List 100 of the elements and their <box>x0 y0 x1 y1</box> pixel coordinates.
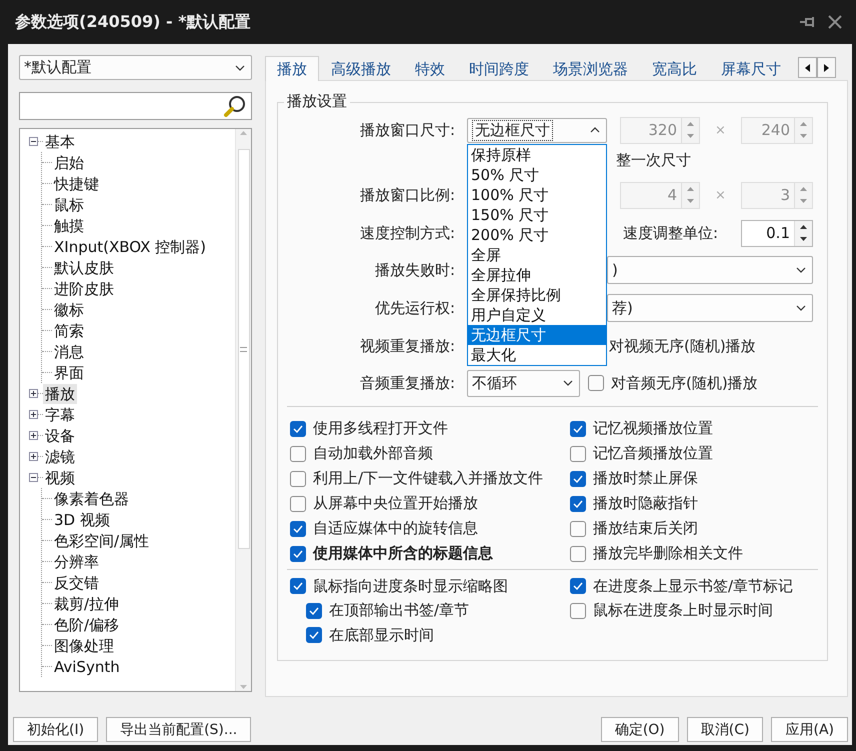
checkbox-label: 使用媒体中所含的标题信息 <box>313 544 493 563</box>
dialog-button[interactable]: 确定(O) <box>600 717 679 742</box>
checkbox-label: 在顶部输出书签/章节 <box>329 601 470 620</box>
up-arrow-icon <box>687 186 694 191</box>
tree-item[interactable]: 设备 <box>43 426 77 446</box>
dialog-button[interactable]: 应用(A) <box>771 717 848 742</box>
dropdown-option[interactable]: 全屏拉伸 <box>468 264 606 284</box>
checkbox-label: 播放时禁止屏保 <box>593 469 698 488</box>
checkbox[interactable] <box>290 446 306 462</box>
caret-down-icon <box>235 64 245 70</box>
tree-item[interactable]: 像素着色器 <box>52 488 131 508</box>
dropdown-option[interactable]: 100% 尺寸 <box>468 184 606 204</box>
checkbox[interactable] <box>290 496 306 512</box>
checkbox[interactable] <box>570 520 586 536</box>
tree-item[interactable]: 基本 <box>43 132 77 152</box>
checkbox[interactable] <box>570 496 586 512</box>
tree-item[interactable]: 播放 <box>43 384 77 404</box>
checkbox[interactable] <box>570 578 586 594</box>
tree-item[interactable]: 消息 <box>52 342 86 362</box>
pin-icon[interactable] <box>800 16 816 28</box>
tree-item[interactable]: 进阶皮肤 <box>52 278 116 298</box>
dialog-button[interactable]: 初始化(I) <box>13 717 98 742</box>
tree-item[interactable]: 启始 <box>52 152 86 172</box>
checkbox[interactable] <box>290 546 306 562</box>
minus-box-icon[interactable] <box>29 473 38 482</box>
dropdown-option[interactable]: 用户自定义 <box>468 304 606 324</box>
tree-item[interactable]: 反交错 <box>52 572 101 592</box>
tree-item[interactable]: 图像处理 <box>52 636 116 656</box>
tree-item[interactable]: 简索 <box>52 320 86 340</box>
search-field[interactable] <box>19 92 252 120</box>
dropdown-option[interactable]: 50% 尺寸 <box>468 164 606 184</box>
dropdown[interactable]: 不循环 <box>467 370 580 396</box>
checkbox[interactable] <box>290 470 306 486</box>
field-label: 速度调整单位: <box>623 224 720 242</box>
tree-item[interactable]: 3D 视频 <box>52 510 112 530</box>
tree-item[interactable]: 视频 <box>43 468 77 488</box>
dropdown-option[interactable]: 全屏保持比例 <box>468 284 606 304</box>
tab[interactable]: 高级播放 <box>319 57 403 80</box>
tree-item[interactable]: 色阶/偏移 <box>52 614 122 634</box>
plus-box-icon[interactable] <box>29 410 38 419</box>
tree-item[interactable]: 徽标 <box>52 300 86 320</box>
checkbox[interactable] <box>570 470 586 486</box>
checkbox[interactable] <box>290 420 306 436</box>
checkbox-label: 从屏幕中央位置开始播放 <box>313 494 478 513</box>
checkbox[interactable] <box>306 602 322 619</box>
tree-item[interactable]: 分辨率 <box>52 552 101 572</box>
tree-item[interactable]: 字幕 <box>43 404 77 424</box>
profile-dropdown[interactable]: *默认配置 <box>19 55 252 80</box>
right-triangle-icon <box>824 64 829 72</box>
tab[interactable]: 宽高比 <box>640 57 709 80</box>
tree-item[interactable]: 界面 <box>52 362 86 382</box>
checkbox[interactable] <box>588 375 604 391</box>
checkbox[interactable] <box>570 602 586 619</box>
checkmark-icon <box>573 424 583 432</box>
dialog-button[interactable]: 取消(C) <box>686 717 764 742</box>
tab[interactable]: 场景浏览器 <box>541 57 640 80</box>
dropdown-option[interactable]: 无边框尺寸 <box>468 324 606 344</box>
tree-item[interactable]: 滤镜 <box>43 446 77 466</box>
checkbox[interactable] <box>570 446 586 462</box>
scroll-right-button[interactable] <box>817 57 836 78</box>
checkmark-icon <box>573 500 583 508</box>
tree-item[interactable]: XInput(XBOX 控制器) <box>52 236 208 256</box>
minus-box-icon[interactable] <box>29 137 38 146</box>
dropdown-option[interactable]: 最大化 <box>468 344 606 364</box>
plus-box-icon[interactable] <box>29 431 38 440</box>
checkmark-icon <box>293 424 303 432</box>
dropdown[interactable]: 荐) <box>607 294 813 322</box>
search-icon[interactable] <box>223 94 247 118</box>
dropdown[interactable]: ) <box>607 256 813 284</box>
dialog-button[interactable]: 导出当前配置(S)... <box>106 717 252 742</box>
caret-down-icon <box>796 267 806 273</box>
scroll-left-button[interactable] <box>798 57 817 78</box>
scrollbar[interactable] <box>235 129 251 691</box>
number-field[interactable]: 0.1 <box>741 220 813 246</box>
tab[interactable]: 时间跨度 <box>457 57 541 80</box>
tree-item[interactable]: 快捷键 <box>52 174 101 194</box>
checkbox[interactable] <box>290 578 306 594</box>
tab[interactable]: 屏幕尺寸 <box>709 57 793 80</box>
plus-box-icon[interactable] <box>29 389 38 398</box>
checkbox-label: 记忆音频播放位置 <box>593 444 713 463</box>
close-icon[interactable] <box>828 15 842 29</box>
tree-item[interactable]: 裁剪/拉伸 <box>52 594 122 614</box>
checkbox[interactable] <box>290 520 306 536</box>
tab[interactable]: 特效 <box>403 57 457 80</box>
tree-item[interactable]: 默认皮肤 <box>52 258 116 278</box>
tree-item[interactable]: AviSynth <box>52 656 122 676</box>
tree-item[interactable]: 色彩空间/属性 <box>52 530 152 550</box>
plus-box-icon[interactable] <box>29 452 38 461</box>
checkbox-label: 鼠标在进度条上时显示时间 <box>593 601 773 620</box>
tab[interactable]: 播放 <box>265 56 319 81</box>
dropdown-option[interactable]: 150% 尺寸 <box>468 204 606 224</box>
option-text: 对视频无序(随机)播放 <box>609 336 756 356</box>
checkbox[interactable] <box>306 627 322 644</box>
tree-item[interactable]: 触摸 <box>52 216 86 236</box>
dropdown-option[interactable]: 全屏 <box>468 244 606 264</box>
tree-item[interactable]: 鼠标 <box>52 194 86 214</box>
checkbox[interactable] <box>570 546 586 562</box>
dropdown-option[interactable]: 保持原样 <box>468 144 606 164</box>
dropdown-option[interactable]: 200% 尺寸 <box>468 224 606 244</box>
checkbox[interactable] <box>570 420 586 436</box>
